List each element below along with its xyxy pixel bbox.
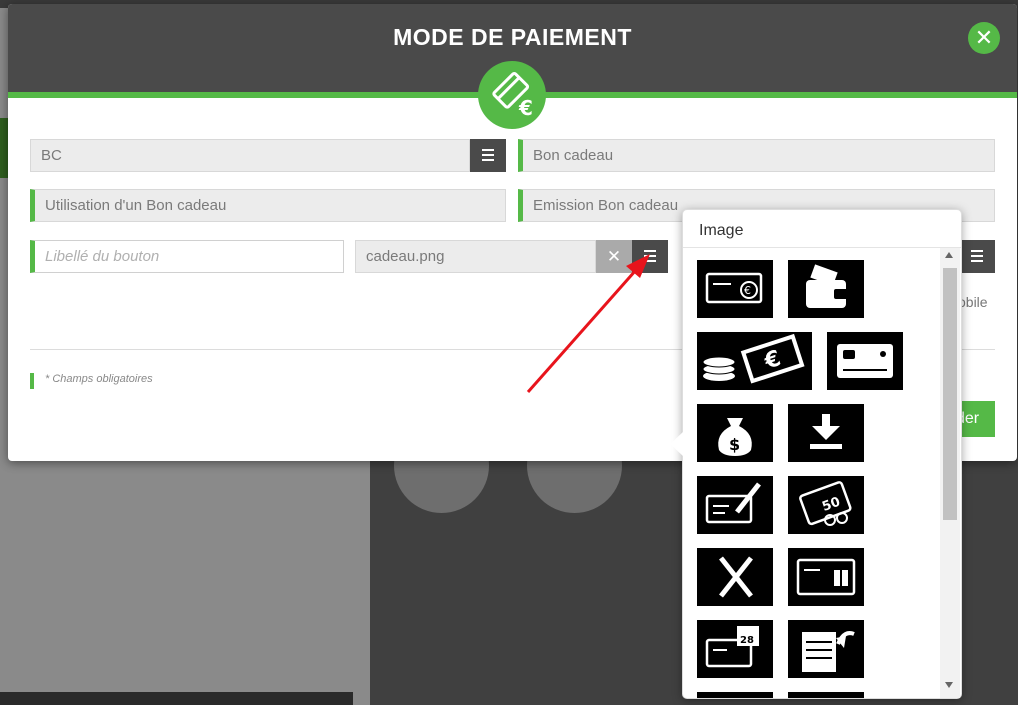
payment-badge: € [478,61,546,129]
popup-separator [683,247,961,248]
svg-text:$: $ [729,435,740,454]
partial-icon-tile[interactable] [697,692,773,698]
clear-icon: ✕ [606,247,622,266]
close-button[interactable]: ✕ [968,22,1000,54]
calendar-check-icon[interactable]: 28 [697,620,773,678]
right-list-button[interactable] [959,240,995,273]
credit-card-icon[interactable] [827,332,903,390]
check-signature-icon[interactable] [697,476,773,534]
download-icon[interactable] [788,404,864,462]
check-euro-icon[interactable]: € [697,260,773,318]
required-marker [30,373,34,389]
usage-field[interactable]: Utilisation d'un Bon cadeau [30,189,506,222]
code-field[interactable]: BC [30,139,470,172]
coins-banknote-icon[interactable]: € [697,332,812,390]
clear-image-button[interactable]: ✕ [596,240,632,273]
app-left-accent [0,118,8,178]
required-note: * Champs obligatoires [45,373,153,385]
svg-text:28: 28 [740,635,754,646]
gift-card-icon[interactable] [788,548,864,606]
restaurant-icon[interactable] [697,548,773,606]
note-return-icon[interactable] [788,620,864,678]
popup-scrollbar-thumb[interactable] [943,268,957,520]
modal-title: MODE DE PAIEMENT [393,24,632,50]
svg-text:€: € [744,284,751,297]
image-field[interactable]: cadeau.png [355,240,596,273]
scroll-up-icon[interactable] [945,252,953,258]
label-field[interactable]: Bon cadeau [518,139,995,172]
image-picker-popup: Image € € $ 50 28 [670,209,962,699]
image-picker-title: Image [699,222,744,239]
close-icon: ✕ [974,25,994,50]
scroll-down-icon[interactable] [945,682,953,688]
popup-pointer [670,432,683,456]
image-list-button[interactable] [632,240,668,273]
code-list-button[interactable] [470,139,506,172]
coupons-icon[interactable]: 50 [788,476,864,534]
partial-icon-tile[interactable] [788,692,864,698]
wallet-icon[interactable] [788,260,864,318]
money-bag-icon[interactable]: $ [697,404,773,462]
app-bottom-bar [0,692,353,705]
svg-text:€: € [518,96,533,119]
button-label-input[interactable]: Libellé du bouton [30,240,344,273]
card-euro-icon: € [492,71,533,119]
mobile-label: obile [958,294,988,310]
svg-text:50: 50 [820,495,842,515]
